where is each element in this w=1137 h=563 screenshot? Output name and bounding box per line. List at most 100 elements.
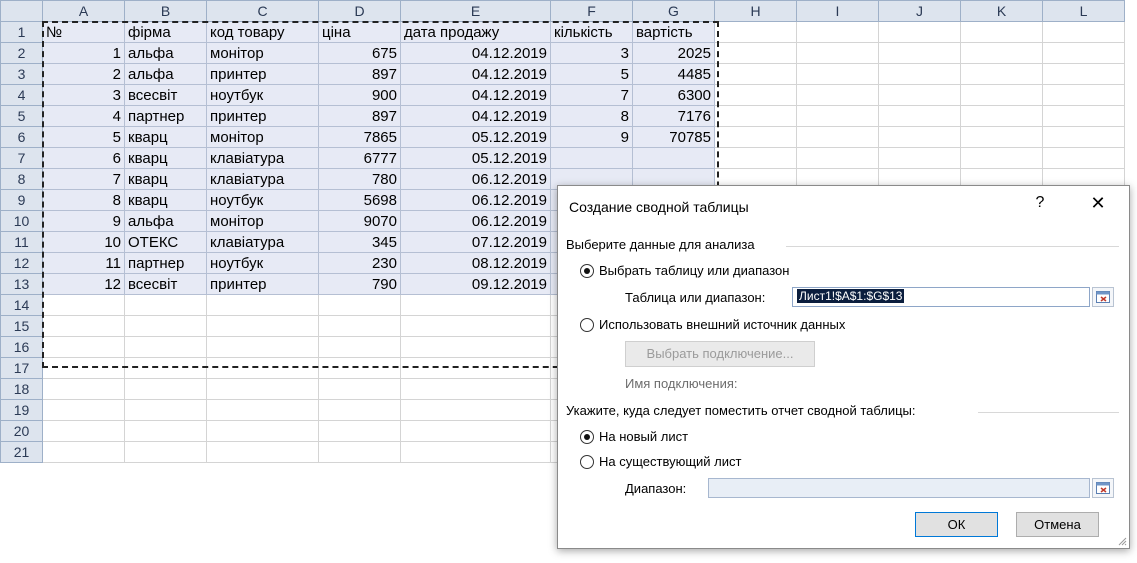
cell[interactable]: клавіатура [206,168,319,190]
cell[interactable]: 900 [318,84,401,106]
column-header[interactable]: L [1042,0,1125,22]
cell[interactable] [206,378,319,400]
cell[interactable] [878,21,961,43]
radio-external-source[interactable] [580,317,594,332]
radio-external-source-row[interactable]: Использовать внешний источник данных [580,317,845,332]
cell[interactable] [400,315,551,337]
cell[interactable] [42,315,125,337]
cell[interactable]: № [42,21,125,43]
cell[interactable]: 7865 [318,126,401,148]
column-header[interactable]: K [960,0,1043,22]
cell[interactable]: 06.12.2019 [400,210,551,232]
cell[interactable] [1042,126,1125,148]
row-header[interactable]: 6 [0,126,43,148]
cell[interactable] [960,147,1043,169]
cell[interactable]: монітор [206,42,319,64]
cell[interactable] [42,399,125,421]
cell[interactable]: 8 [42,189,125,211]
cell[interactable] [878,63,961,85]
cell[interactable]: 07.12.2019 [400,231,551,253]
cell[interactable]: принтер [206,105,319,127]
cell[interactable]: 06.12.2019 [400,189,551,211]
column-header[interactable]: B [124,0,207,22]
cell[interactable] [318,378,401,400]
cell[interactable] [400,357,551,379]
resize-grip-icon[interactable] [1117,536,1127,546]
radio-existing-sheet-row[interactable]: На существующий лист [580,454,741,469]
select-all-corner[interactable] [0,0,43,22]
radio-new-sheet-row[interactable]: На новый лист [580,429,688,444]
cell[interactable]: 2025 [632,42,715,64]
cell[interactable]: 7 [550,84,633,106]
cell[interactable] [318,315,401,337]
radio-select-table-row[interactable]: Выбрать таблицу или диапазон [580,263,789,278]
cell[interactable] [318,294,401,316]
cell[interactable] [714,105,797,127]
cell[interactable]: всесвіт [124,84,207,106]
cell[interactable]: кварц [124,189,207,211]
cell[interactable]: партнер [124,252,207,274]
cell[interactable]: кварц [124,126,207,148]
cell[interactable] [42,357,125,379]
cell[interactable]: клавіатура [206,147,319,169]
row-header[interactable]: 12 [0,252,43,274]
cell[interactable]: 6 [42,147,125,169]
row-header[interactable]: 3 [0,63,43,85]
column-header[interactable]: C [206,0,319,22]
column-header[interactable]: D [318,0,401,22]
cell[interactable] [960,126,1043,148]
row-header[interactable]: 1 [0,21,43,43]
cell[interactable] [206,420,319,442]
cell[interactable]: 4485 [632,63,715,85]
cell[interactable] [124,441,207,463]
cell[interactable]: 3 [550,42,633,64]
help-button[interactable]: ? [1028,194,1052,212]
cell[interactable]: 10 [42,231,125,253]
cell[interactable]: 9070 [318,210,401,232]
row-header[interactable]: 7 [0,147,43,169]
cell[interactable]: 6300 [632,84,715,106]
radio-select-table[interactable] [580,263,594,278]
cell[interactable]: вартість [632,21,715,43]
radio-existing-sheet[interactable] [580,454,594,469]
cell[interactable] [124,336,207,358]
cell[interactable] [714,42,797,64]
cell[interactable]: принтер [206,63,319,85]
cell[interactable] [400,294,551,316]
cell[interactable] [714,21,797,43]
cell[interactable] [318,399,401,421]
cell[interactable] [796,63,879,85]
cell[interactable] [960,21,1043,43]
cell[interactable]: 6777 [318,147,401,169]
cell[interactable]: 04.12.2019 [400,63,551,85]
cell[interactable]: 9 [42,210,125,232]
cell[interactable] [318,336,401,358]
cell[interactable]: кварц [124,168,207,190]
cell[interactable] [878,84,961,106]
row-header[interactable]: 10 [0,210,43,232]
cell[interactable] [796,21,879,43]
cell[interactable]: партнер [124,105,207,127]
cell[interactable] [206,357,319,379]
cell[interactable]: всесвіт [124,273,207,295]
cell[interactable]: ОТЕКС [124,231,207,253]
cell[interactable]: 7 [42,168,125,190]
cell[interactable] [206,441,319,463]
cell[interactable]: 08.12.2019 [400,252,551,274]
cell[interactable] [318,420,401,442]
cell[interactable] [124,357,207,379]
cell[interactable] [550,147,633,169]
cell[interactable]: 780 [318,168,401,190]
cell[interactable] [206,315,319,337]
cancel-button[interactable]: Отмена [1016,512,1099,537]
row-header[interactable]: 17 [0,357,43,379]
cell[interactable]: 5698 [318,189,401,211]
cell[interactable] [400,420,551,442]
cell[interactable]: альфа [124,42,207,64]
row-header[interactable]: 21 [0,441,43,463]
cell[interactable]: 7176 [632,105,715,127]
cell[interactable]: 04.12.2019 [400,42,551,64]
cell[interactable]: 05.12.2019 [400,126,551,148]
cell[interactable] [960,105,1043,127]
cell[interactable] [1042,105,1125,127]
